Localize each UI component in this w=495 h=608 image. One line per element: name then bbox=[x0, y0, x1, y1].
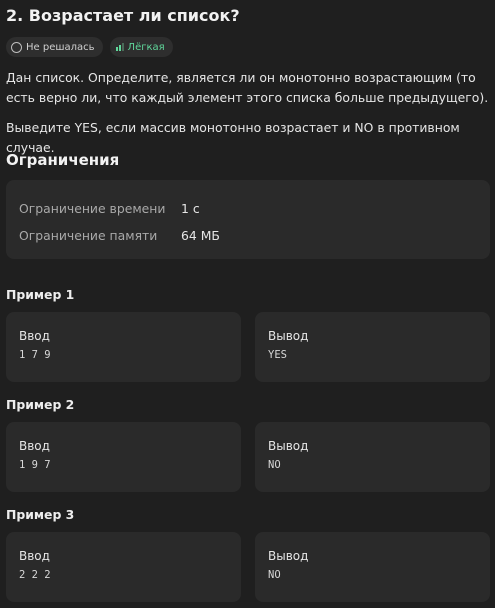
problem-badges: Не решалась Лёгкая bbox=[6, 37, 173, 57]
limit-row-memory: Ограничение памяти 64 МБ bbox=[19, 222, 477, 249]
limit-value: 64 МБ bbox=[181, 228, 220, 243]
limits-card: Ограничение времени 1 с Ограничение памя… bbox=[6, 180, 490, 259]
example-output-card: Вывод NO bbox=[255, 422, 490, 492]
example-input-value[interactable]: 1 7 9 bbox=[19, 349, 228, 361]
example-output-card: Вывод YES bbox=[255, 312, 490, 382]
limit-row-time: Ограничение времени 1 с bbox=[19, 195, 477, 222]
difficulty-badge[interactable]: Лёгкая bbox=[109, 37, 173, 57]
example-output-card: Вывод NO bbox=[255, 532, 490, 602]
example-input-card: Ввод 1 9 7 bbox=[6, 422, 241, 492]
status-badge[interactable]: Не решалась bbox=[6, 37, 103, 57]
example-output-label: Вывод bbox=[268, 549, 309, 563]
example-input-value[interactable]: 1 9 7 bbox=[19, 459, 228, 471]
example-title: Пример 3 bbox=[6, 507, 75, 522]
limit-label: Ограничение памяти bbox=[19, 228, 158, 243]
limit-label: Ограничение времени bbox=[19, 201, 166, 216]
example-input-card: Ввод 1 7 9 bbox=[6, 312, 241, 382]
example-input-card: Ввод 2 2 2 bbox=[6, 532, 241, 602]
limit-value: 1 с bbox=[181, 201, 200, 216]
example-output-value[interactable]: NO bbox=[268, 569, 477, 581]
example-title: Пример 2 bbox=[6, 397, 75, 412]
example-output-label: Вывод bbox=[268, 439, 309, 453]
example-output-value[interactable]: YES bbox=[268, 349, 477, 361]
difficulty-label: Лёгкая bbox=[127, 41, 165, 53]
difficulty-bars-icon bbox=[115, 43, 124, 51]
limits-heading: Ограничения bbox=[6, 151, 120, 169]
status-label: Не решалась bbox=[26, 41, 95, 53]
example-title: Пример 1 bbox=[6, 287, 75, 302]
example-output-label: Вывод bbox=[268, 329, 309, 343]
problem-title: 2. Возрастает ли список? bbox=[6, 6, 240, 25]
example-input-label: Ввод bbox=[19, 549, 50, 563]
example-input-label: Ввод bbox=[19, 439, 50, 453]
problem-statement: Дан список. Определите, является ли он м… bbox=[6, 70, 489, 105]
circle-icon bbox=[11, 41, 22, 53]
example-output-value[interactable]: NO bbox=[268, 459, 477, 471]
example-input-label: Ввод bbox=[19, 329, 50, 343]
example-input-value[interactable]: 2 2 2 bbox=[19, 569, 228, 581]
